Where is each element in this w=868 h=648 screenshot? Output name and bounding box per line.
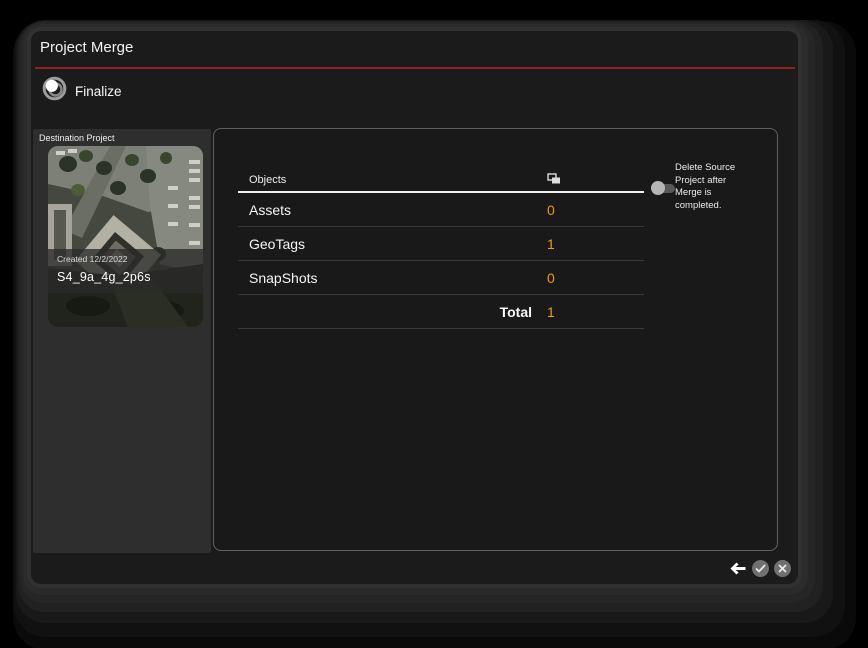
objects-table-header: Objects [238, 169, 644, 193]
aerial-thumbnail-image [48, 146, 203, 327]
table-total-row: Total 1 [238, 295, 644, 329]
delete-source-toggle-label: Delete Source Project after Merge is com… [675, 162, 736, 211]
destination-project-card[interactable]: Created 12/2/2022 S4_9a_4g_2p6s [48, 146, 203, 327]
row-label: GeoTags [249, 235, 306, 252]
total-value: 1 [547, 303, 555, 320]
back-arrow-icon [730, 562, 746, 575]
total-label: Total [499, 303, 532, 320]
destination-project-label: Destination Project [39, 133, 115, 143]
overlapping-frames-icon [547, 172, 644, 188]
delete-source-toggle[interactable] [651, 179, 677, 197]
row-value: 0 [547, 269, 555, 286]
objects-table: Objects Assets 0 GeoTags 1 SnapShots 0 T… [238, 169, 644, 329]
project-created-date: Created 12/2/2022 [57, 254, 128, 264]
table-row: SnapShots 0 [238, 261, 644, 295]
merge-circles-icon [42, 76, 67, 106]
row-value: 1 [547, 235, 555, 252]
page-title: Project Merge [40, 39, 134, 56]
dialog-action-bar [729, 560, 791, 577]
table-row: Assets 0 [238, 193, 644, 227]
finalize-step: Finalize [42, 76, 122, 106]
check-circle-icon [755, 564, 766, 573]
objects-column-header: Objects [249, 174, 287, 186]
row-label: SnapShots [249, 269, 318, 286]
finalize-label: Finalize [75, 83, 122, 99]
toggle-knob [651, 181, 665, 195]
table-row: GeoTags 1 [238, 227, 644, 261]
project-merge-dialog: Project Merge Finalize Destination Proje… [31, 31, 798, 584]
project-name: S4_9a_4g_2p6s [57, 270, 151, 284]
row-value: 0 [547, 201, 555, 218]
row-label: Assets [249, 201, 292, 218]
thumbnail-caption-overlay: Created 12/2/2022 S4_9a_4g_2p6s [48, 249, 203, 293]
back-button[interactable] [729, 560, 747, 577]
title-divider [35, 67, 795, 69]
cancel-button[interactable] [774, 560, 791, 577]
close-circle-icon [778, 564, 787, 573]
destination-project-panel: Destination Project Created 12/2/2022 S4… [33, 129, 211, 553]
confirm-button[interactable] [752, 560, 769, 577]
